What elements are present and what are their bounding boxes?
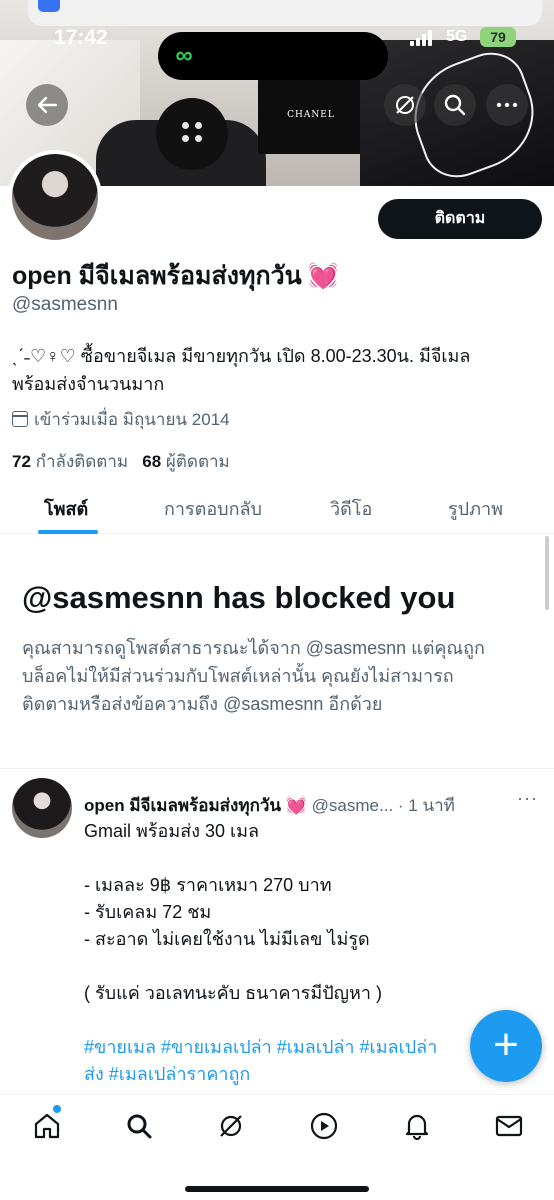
- calendar-icon: [12, 411, 28, 427]
- hashtag-line[interactable]: #ขายเมล #ขายเมลเปล่า #เมลเปล่า #เมลเปล่า: [84, 1034, 484, 1061]
- active-tab-indicator: [38, 530, 98, 534]
- divider: [0, 768, 554, 769]
- grok-icon: [396, 96, 414, 114]
- messages-icon: [495, 1115, 523, 1137]
- blocked-line: ติดตามหรือส่งข้อความถึง @sasmesnn อีกด้ว…: [22, 694, 383, 714]
- following-link[interactable]: 72 กำลังติดตาม: [12, 452, 128, 471]
- scrollbar[interactable]: [545, 536, 549, 610]
- search-icon: [444, 94, 466, 116]
- follow-button[interactable]: ติดตาม: [378, 199, 542, 239]
- followers-link[interactable]: 68 ผู้ติดตาม: [142, 452, 230, 471]
- bio-line: พร้อมส่งจำนวนมาก: [12, 374, 165, 394]
- home-indicator: [185, 1186, 369, 1192]
- video-icon: [310, 1112, 338, 1140]
- tab-posts[interactable]: โพสต์: [44, 494, 88, 523]
- tweet-line: - รับเคลม 72 ชม: [84, 902, 212, 922]
- tweet-more-button[interactable]: ···: [517, 788, 538, 809]
- display-name: open มีจีเมลพร้อมส่งทุกวัน 💓: [12, 256, 339, 296]
- tweet-line: - สะอาด ไม่เคยใช้งาน ไม่มีเลข ไม่รูด: [84, 929, 370, 949]
- heart-emoji: 💓: [285, 796, 307, 815]
- tweet-handle-time: @sasme... · 1 นาที: [311, 796, 455, 815]
- notification-dot: [53, 1105, 61, 1113]
- search-button[interactable]: [434, 84, 476, 126]
- hashtag-line[interactable]: ส่ง #เมลเปล่าราคาถูก: [84, 1061, 484, 1088]
- blocked-line: บล็อคไม่ให้มีส่วนร่วมกับโพสต์เหล่านั้น ค…: [22, 666, 454, 686]
- search-icon: [127, 1114, 152, 1139]
- bio-line: ˎˊ˗♡♀♡ ซื้อขายจีเมล มีขายทุกวัน เปิด 8.0…: [12, 346, 471, 366]
- banner-bag-label: CHANEL: [287, 110, 335, 120]
- tab-media[interactable]: รูปภาพ: [448, 494, 503, 523]
- button-hole: [195, 122, 202, 129]
- battery-icon: 79: [480, 27, 516, 47]
- nav-home[interactable]: [32, 1111, 62, 1141]
- dynamic-island: ∞: [158, 32, 388, 80]
- grok-button[interactable]: [384, 84, 426, 126]
- home-icon: [34, 1113, 60, 1139]
- joined-text: เข้าร่วมเมื่อ มิถุนายน 2014: [34, 410, 230, 429]
- button-hole: [182, 135, 189, 142]
- tweet-line: - เมลละ 9฿ ราคาเหมา 270 บาท: [84, 875, 332, 895]
- status-time: 17:42: [54, 26, 108, 49]
- nav-messages[interactable]: [494, 1111, 524, 1141]
- compose-button[interactable]: +: [470, 1010, 542, 1082]
- tweet-avatar[interactable]: [12, 778, 72, 838]
- more-options-button[interactable]: [486, 84, 528, 126]
- tab-videos[interactable]: วิดีโอ: [330, 494, 372, 523]
- display-name-text: open มีจีเมลพร้อมส่งทุกวัน: [12, 262, 302, 290]
- tab-replies[interactable]: การตอบกลับ: [164, 494, 262, 523]
- link-icon: ∞: [175, 42, 193, 69]
- banner-button-prop: [156, 98, 228, 170]
- tweet-line: [84, 845, 544, 872]
- following-count: 72: [12, 452, 31, 471]
- heart-emoji: 💓: [307, 262, 339, 290]
- back-button[interactable]: [26, 84, 68, 126]
- blocked-message: คุณสามารถดูโพสต์สาธารณะได้จาก @sasmesnn …: [22, 634, 532, 718]
- notifications-icon: [405, 1114, 429, 1141]
- profile-handle: @sasmesnn: [12, 294, 118, 315]
- blocked-title: @sasmesnn has blocked you: [22, 580, 456, 615]
- tweet-hashtags[interactable]: #ขายเมล #ขายเมลเปล่า #เมลเปล่า #เมลเปล่า…: [84, 1034, 484, 1088]
- tweet-author-name[interactable]: open มีจีเมลพร้อมส่งทุกวัน: [84, 796, 281, 815]
- profile-avatar[interactable]: [8, 150, 102, 244]
- followers-count: 68: [142, 452, 162, 471]
- tweet-line: [84, 953, 544, 980]
- more-icon: [496, 102, 518, 108]
- button-hole: [182, 122, 189, 129]
- nav-video[interactable]: [309, 1111, 339, 1141]
- signal-icon: [410, 30, 436, 46]
- bottom-nav: [0, 1094, 554, 1200]
- following-label: กำลังติดตาม: [35, 452, 129, 471]
- avatar: [12, 154, 98, 240]
- banner-bag: CHANEL: [258, 52, 364, 154]
- follow-stats: 72 กำลังติดตาม 68 ผู้ติดตาม: [12, 448, 230, 475]
- nav-search[interactable]: [124, 1111, 154, 1141]
- joined-date: เข้าร่วมเมื่อ มิถุนายน 2014: [12, 406, 230, 433]
- button-hole: [195, 135, 202, 142]
- tweet-text: Gmail พร้อมส่ง 30 เมล - เมลละ 9฿ ราคาเหม…: [84, 818, 544, 1007]
- arrow-left-icon: [37, 96, 58, 114]
- status-bar: 17:42 ∞ 5G 79: [0, 18, 554, 80]
- profile-bio: ˎˊ˗♡♀♡ ซื้อขายจีเมล มีขายทุกวัน เปิด 8.0…: [12, 342, 542, 398]
- network-type: 5G: [446, 28, 468, 45]
- grok-icon: [220, 1115, 242, 1137]
- tweet-line: ( รับแค่ วอเลทนะคับ ธนาคารมีปัญหา ): [84, 983, 382, 1003]
- nav-grok[interactable]: [216, 1111, 246, 1141]
- nav-notifications[interactable]: [402, 1111, 432, 1141]
- profile-tabs: โพสต์ การตอบกลับ วิดีโอ รูปภาพ: [0, 478, 554, 534]
- blocked-line: คุณสามารถดูโพสต์สาธารณะได้จาก @sasmesnn …: [22, 638, 485, 658]
- tweet-line: Gmail พร้อมส่ง 30 เมล: [84, 821, 260, 841]
- notification-app-icon: [38, 0, 60, 12]
- followers-label: ผู้ติดตาม: [165, 452, 230, 471]
- tweet-header: open มีจีเมลพร้อมส่งทุกวัน 💓 @sasme... ·…: [84, 788, 544, 819]
